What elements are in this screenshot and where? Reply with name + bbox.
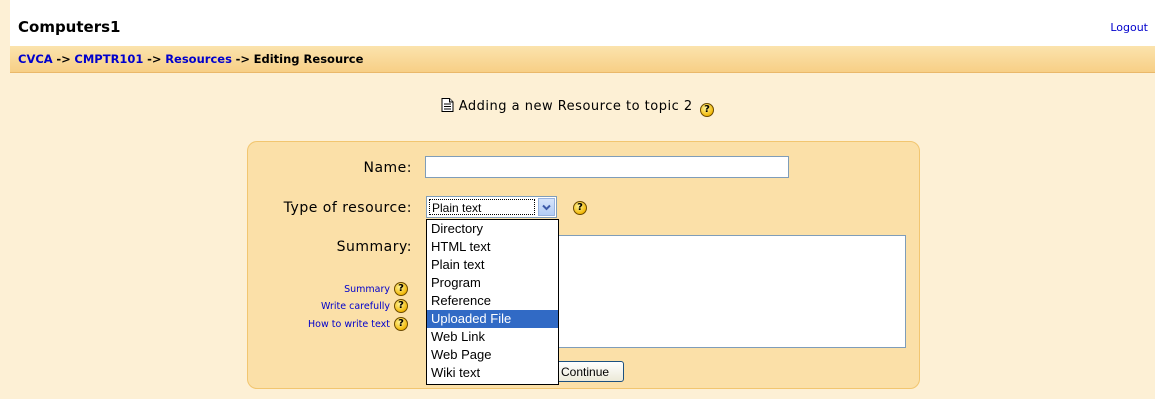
breadcrumb-separator: -> — [235, 52, 250, 66]
summary-textarea[interactable] — [557, 235, 906, 348]
selected-value: Plain text — [429, 199, 535, 215]
resource-type-select[interactable]: Plain text — [426, 196, 557, 218]
option-wiki-text[interactable]: Wiki text — [427, 364, 558, 382]
help-icon[interactable]: ? — [700, 103, 715, 117]
option-directory[interactable]: Directory — [427, 220, 558, 238]
breadcrumb-link-course[interactable]: CMPTR101 — [74, 52, 143, 66]
logout-link[interactable]: Logout — [1110, 21, 1148, 34]
summary-label: Summary: — [336, 239, 412, 255]
site-title: Computers1 — [18, 18, 121, 36]
breadcrumb-separator: -> — [56, 52, 71, 66]
option-reference[interactable]: Reference — [427, 292, 558, 310]
option-plain-text[interactable]: Plain text — [427, 256, 558, 274]
document-icon — [441, 98, 454, 116]
breadcrumb-link-resources[interactable]: Resources — [165, 52, 232, 66]
help-link-write-carefully[interactable]: Write carefully — [321, 301, 390, 312]
continue-button[interactable]: Continue — [552, 361, 624, 382]
option-uploaded-file[interactable]: Uploaded File — [427, 310, 558, 328]
help-icon[interactable]: ? — [394, 282, 408, 296]
option-html-text[interactable]: HTML text — [427, 238, 558, 256]
name-label: Name: — [363, 160, 412, 176]
chevron-down-icon[interactable] — [538, 198, 555, 216]
help-icon[interactable]: ? — [573, 201, 587, 215]
name-input[interactable] — [425, 156, 789, 178]
help-icon[interactable]: ? — [394, 299, 408, 313]
breadcrumb-link-cvca[interactable]: CVCA — [18, 52, 53, 66]
type-label: Type of resource: — [283, 200, 412, 216]
heading-text: Adding a new Resource to topic 2 — [458, 99, 693, 114]
header: Computers1 Logout — [10, 8, 1155, 46]
top-border — [10, 0, 1155, 8]
breadcrumb-current: Editing Resource — [253, 52, 364, 66]
help-link-how-to-write[interactable]: How to write text — [308, 319, 390, 330]
breadcrumb-separator: -> — [147, 52, 162, 66]
option-program[interactable]: Program — [427, 274, 558, 292]
help-link-summary[interactable]: Summary — [344, 284, 390, 295]
resource-type-dropdown[interactable]: Directory HTML text Plain text Program R… — [426, 219, 559, 385]
help-icon[interactable]: ? — [394, 317, 408, 331]
page-heading: Adding a new Resource to topic 2 ? — [0, 98, 1155, 117]
option-web-page[interactable]: Web Page — [427, 346, 558, 364]
option-web-link[interactable]: Web Link — [427, 328, 558, 346]
breadcrumb: CVCA -> CMPTR101 -> Resources -> Editing… — [10, 46, 1155, 73]
